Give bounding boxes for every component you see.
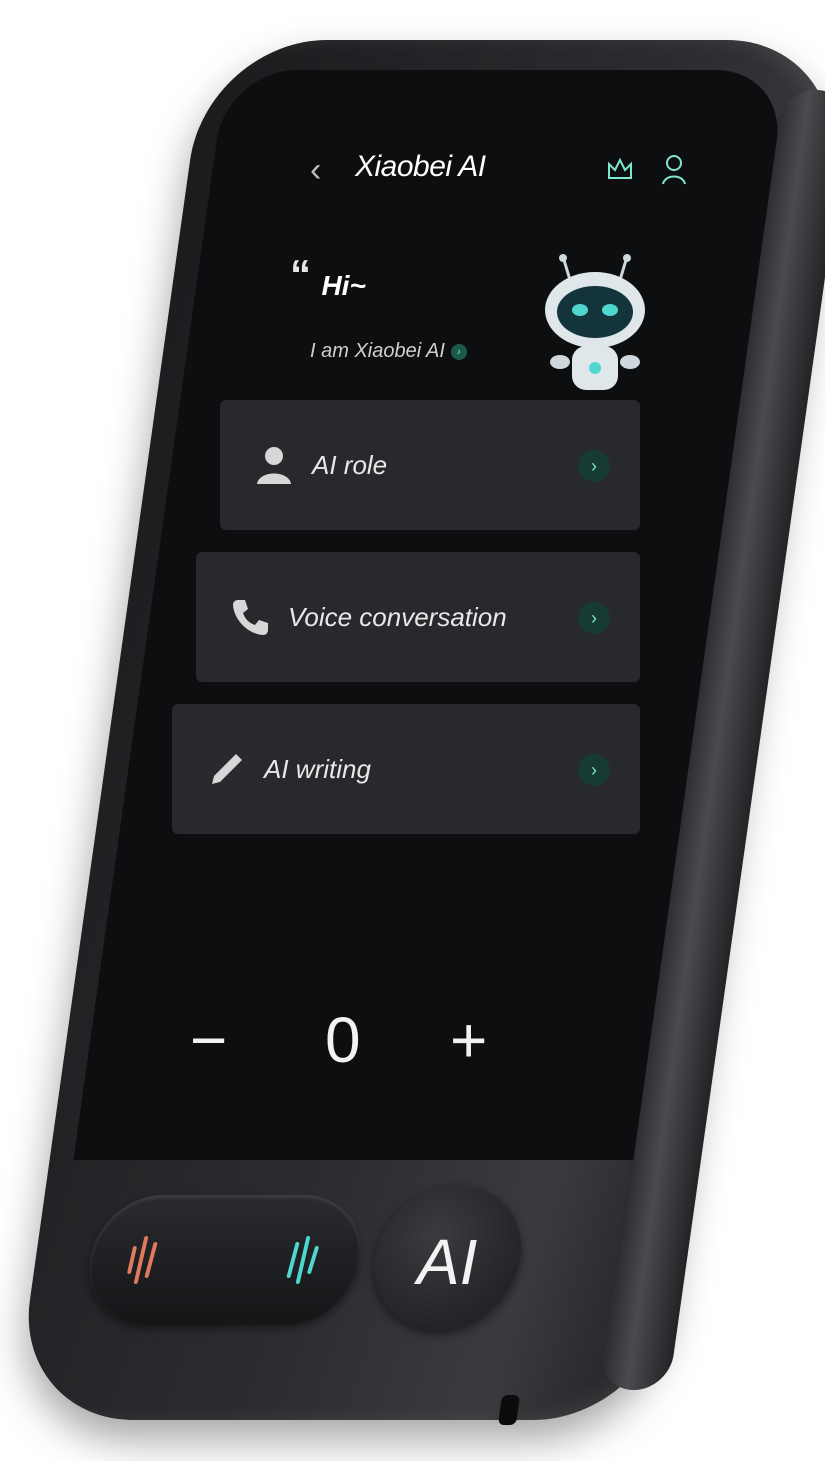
pen-icon: [212, 754, 242, 784]
greeting-intro[interactable]: I am Xiaobei AI ›: [310, 340, 467, 363]
app-header: ‹ Xiaobei AI: [150, 140, 710, 200]
page-title: Xiaobei AI: [355, 150, 486, 183]
volume-controls: − 0 +: [150, 1000, 710, 1080]
feature-menu: AI role › Voice conversation › AI writin…: [172, 400, 640, 856]
chevron-right-icon: ›: [578, 754, 610, 786]
menu-item-ai-writing[interactable]: AI writing ›: [172, 704, 640, 834]
charging-port: [497, 1395, 521, 1425]
ai-button[interactable]: AI: [365, 1185, 531, 1330]
plus-button[interactable]: +: [450, 1000, 487, 1080]
quote-icon: “: [290, 251, 311, 298]
greeting: “ Hi~: [290, 251, 366, 302]
intro-text: I am Xiaobei AI: [310, 340, 445, 362]
phone-icon: [233, 600, 268, 635]
menu-item-label: AI role: [312, 450, 388, 480]
sound-bars-right-icon: [286, 1236, 319, 1284]
talk-button[interactable]: [80, 1195, 370, 1325]
menu-item-label: AI writing: [264, 754, 371, 784]
zero-button[interactable]: 0: [325, 1000, 361, 1080]
chevron-right-icon: ›: [578, 450, 610, 482]
sound-bars-left-icon: [127, 1236, 158, 1284]
robot-mascot-icon: [545, 254, 645, 390]
menu-item-ai-role[interactable]: AI role ›: [220, 400, 640, 530]
person-icon: [257, 447, 291, 484]
ai-button-label: AI: [416, 1226, 478, 1298]
menu-item-label: Voice conversation: [288, 602, 507, 632]
greeting-hi: Hi~: [321, 270, 366, 301]
menu-item-voice-conversation[interactable]: Voice conversation ›: [196, 552, 640, 682]
back-chevron-icon[interactable]: ‹: [310, 151, 330, 189]
hardware-buttons: AI: [78, 1175, 532, 1345]
product-photo: ‹ Xiaobei AI “ Hi~ I am Xiaobei AI › AI …: [0, 0, 825, 1461]
crown-icon[interactable]: [605, 154, 635, 184]
minus-button[interactable]: −: [190, 1000, 227, 1080]
chevron-right-icon: ›: [578, 602, 610, 634]
chevron-right-icon: ›: [450, 343, 467, 360]
profile-icon[interactable]: [660, 152, 688, 186]
